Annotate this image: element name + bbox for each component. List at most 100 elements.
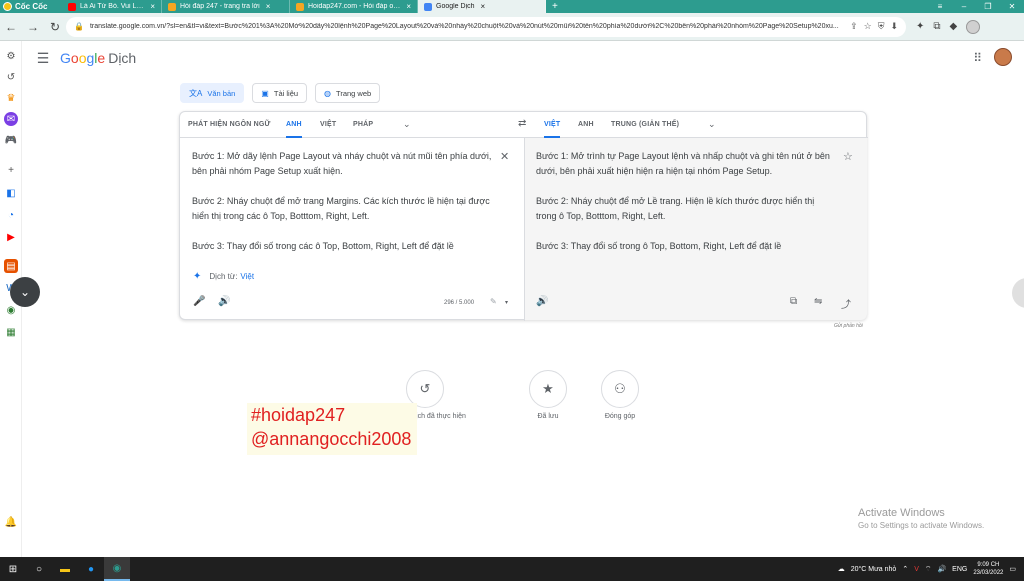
- green-app-icon[interactable]: ◉: [4, 303, 18, 317]
- input-language[interactable]: ENG: [952, 566, 967, 573]
- target-lang-vietnamese[interactable]: VIỆT: [544, 112, 561, 138]
- crown-icon[interactable]: ♛: [4, 91, 18, 105]
- extension-icons: ✦ ⧉ ◆: [916, 19, 981, 34]
- main-menu-icon[interactable]: ☰: [26, 50, 60, 67]
- download-icon[interactable]: ⬇: [890, 21, 898, 32]
- lock-icon[interactable]: 🔒: [74, 22, 84, 31]
- source-lang-detect[interactable]: PHÁT HIỆN NGÔN NGỮ: [188, 112, 271, 138]
- share-page-icon[interactable]: ⇪: [850, 21, 858, 32]
- search-icon[interactable]: ○: [26, 557, 52, 581]
- extension-icon[interactable]: ✦: [916, 21, 924, 32]
- logo-letter: G: [60, 50, 71, 66]
- browser-tab-active[interactable]: Google Dịch ×: [418, 0, 546, 13]
- weather-text[interactable]: 20°C Mưa nhỏ: [851, 566, 897, 573]
- swap-languages-icon[interactable]: ⇄: [518, 118, 526, 129]
- target-lang-english[interactable]: ANH: [578, 112, 594, 138]
- weather-icon: ☁: [837, 566, 845, 573]
- clock-time: 9:09 CH: [977, 562, 1000, 568]
- close-tab-icon[interactable]: ×: [266, 2, 271, 11]
- chevron-down-icon[interactable]: ⌄: [403, 119, 411, 130]
- game-icon[interactable]: 🎮: [4, 133, 18, 147]
- sheets-icon[interactable]: ▦: [4, 325, 18, 339]
- listen-source-icon[interactable]: 🔊: [218, 296, 230, 307]
- side-panel-toggle[interactable]: [1012, 278, 1024, 308]
- clear-text-icon[interactable]: ✕: [500, 150, 509, 163]
- source-paragraph: Bước 2: Nháy chuột để mở trang Margins. …: [192, 196, 490, 221]
- mode-label: Tài liệu: [273, 88, 299, 98]
- windows-start-icon[interactable]: ⊞: [0, 557, 26, 581]
- new-tab-button[interactable]: +: [546, 1, 564, 12]
- menu-icon[interactable]: ≡: [928, 2, 952, 11]
- forward-icon[interactable]: →: [22, 20, 44, 34]
- detected-label: Dịch từ:: [209, 272, 238, 281]
- mode-text-button[interactable]: 文A Văn bản: [180, 83, 245, 103]
- url-text: translate.google.com.vn/?sl=en&tl=vi&tex…: [89, 23, 839, 30]
- browser-tab[interactable]: Hỏi đáp 247 - trang tra lời ×: [162, 0, 290, 13]
- puzzle-icon[interactable]: ⧉: [933, 21, 940, 32]
- reload-icon[interactable]: ↻: [44, 20, 66, 34]
- target-lang-chinese[interactable]: TRUNG (GIẢN THỂ): [611, 112, 679, 138]
- edge-icon[interactable]: ◔: [4, 208, 18, 222]
- bookmark-star-icon[interactable]: ☆: [864, 21, 872, 32]
- source-lang-vietnamese[interactable]: VIỆT: [320, 112, 336, 138]
- close-tab-icon[interactable]: ×: [481, 2, 486, 11]
- maximize-icon[interactable]: ❐: [976, 2, 1000, 11]
- zalo-icon[interactable]: ●: [78, 557, 104, 581]
- listen-translation-icon[interactable]: 🔊: [536, 296, 548, 307]
- back-icon[interactable]: ←: [0, 20, 22, 34]
- language-bar: PHÁT HIỆN NGÔN NGỮ ANH VIỆT PHÁP ⌄ ⇄ VIỆ…: [180, 112, 868, 138]
- contribute-feature[interactable]: ⚇ Đóng góp: [570, 370, 670, 420]
- browser-tab[interactable]: Hoidap247.com - Hỏi đáp online ×: [290, 0, 418, 13]
- clock[interactable]: 9:09 CH 23/03/2022: [973, 561, 1003, 577]
- mode-website-button[interactable]: ◍ Trang web: [315, 83, 381, 103]
- profile-avatar[interactable]: [966, 19, 981, 34]
- vpn-icon[interactable]: V: [914, 566, 919, 573]
- rate-translation-icon[interactable]: ⇋: [814, 296, 822, 307]
- share-icon[interactable]: ⤴: [841, 296, 851, 311]
- tab-title: Hỏi đáp 247 - trang tra lời: [180, 3, 260, 10]
- source-textarea[interactable]: Bước 1: Mở dãy lệnh Page Layout và nháy …: [192, 149, 492, 269]
- settings-icon[interactable]: ⚙: [4, 49, 18, 63]
- browser-tab[interactable]: Là Ai Từ Bỏ. Vui Lắm Nhé ×: [62, 0, 162, 13]
- close-tab-icon[interactable]: ×: [406, 2, 411, 11]
- detected-lang-link[interactable]: Việt: [240, 272, 254, 281]
- minimize-icon[interactable]: –: [952, 2, 976, 11]
- youtube-icon[interactable]: ▶: [4, 230, 18, 244]
- save-translation-star-icon[interactable]: ☆: [843, 150, 853, 163]
- browser-brand[interactable]: Cốc Cốc: [0, 0, 62, 13]
- notification-center-icon[interactable]: ▭: [1009, 565, 1016, 573]
- document-icon: ▣: [261, 88, 269, 98]
- microphone-icon[interactable]: 🎤: [193, 296, 205, 307]
- app-icon[interactable]: ◧: [4, 186, 18, 200]
- scroll-down-button[interactable]: ⌄: [10, 277, 40, 307]
- chevron-down-icon[interactable]: ⌄: [708, 119, 716, 130]
- source-lang-english[interactable]: ANH: [286, 112, 302, 138]
- add-icon[interactable]: +: [4, 163, 18, 177]
- shield-icon[interactable]: ⛨: [878, 21, 885, 32]
- send-feedback-link[interactable]: Gửi phản hồi: [834, 323, 863, 329]
- tray-expand-icon[interactable]: ⌃: [902, 565, 908, 573]
- google-translate-logo[interactable]: Google Dịch: [60, 50, 136, 66]
- pin-icon[interactable]: ◆: [950, 21, 958, 32]
- close-tab-icon[interactable]: ×: [150, 2, 155, 11]
- file-explorer-icon[interactable]: ▬: [52, 557, 78, 581]
- mode-documents-button[interactable]: ▣ Tài liệu: [252, 83, 308, 103]
- source-lang-french[interactable]: PHÁP: [353, 112, 373, 138]
- target-paragraph: Bước 1: Mở trình tự Page Layout lệnh và …: [536, 151, 830, 176]
- volume-icon[interactable]: 🔊: [937, 565, 946, 573]
- news-icon[interactable]: ▤: [4, 259, 18, 273]
- coccoc-taskbar-icon[interactable]: ◉: [104, 557, 130, 581]
- translation-modes: 文A Văn bản ▣ Tài liệu ◍ Trang web: [180, 83, 381, 103]
- activate-subtitle: Go to Settings to activate Windows.: [858, 521, 985, 530]
- google-apps-icon[interactable]: ⠿: [973, 51, 982, 65]
- copy-icon[interactable]: ⧉: [790, 296, 797, 307]
- account-avatar[interactable]: [994, 48, 1012, 66]
- notification-bell-icon[interactable]: 🔔: [4, 515, 18, 529]
- messenger-icon[interactable]: ✉: [4, 112, 18, 126]
- close-window-icon[interactable]: ✕: [1000, 2, 1024, 11]
- handwriting-icon[interactable]: ✎: [490, 297, 497, 306]
- input-tools-dropdown-icon[interactable]: ▾: [505, 299, 508, 306]
- url-field[interactable]: 🔒 translate.google.com.vn/?sl=en&tl=vi&t…: [66, 16, 906, 37]
- history-icon[interactable]: ↺: [4, 70, 18, 84]
- network-icon[interactable]: ⌔: [925, 565, 932, 574]
